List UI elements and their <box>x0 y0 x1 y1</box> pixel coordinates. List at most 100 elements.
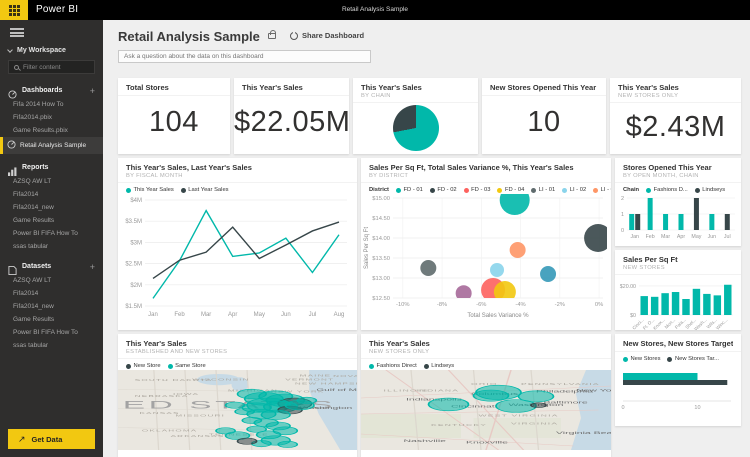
sidebar-item-label: Fifa2014 <box>13 191 38 198</box>
svg-text:Knoxville: Knoxville <box>466 441 508 445</box>
svg-text:10: 10 <box>694 405 700 411</box>
legend-item: This Year Sales <box>126 187 174 193</box>
sidebar-item-fifa2014[interactable]: Fifa2014 <box>0 287 103 300</box>
legend-dot <box>646 188 651 193</box>
tile-map-new-stores[interactable]: This Year's SalesNEW STORES ONLYFashions… <box>361 334 611 457</box>
tile-header: Sales Per Sq FtNEW STORES <box>615 250 741 275</box>
kpi-value: $2.43M <box>610 103 741 151</box>
chart-legend: New Store Same Store <box>118 359 357 370</box>
get-data-button[interactable]: ↗ Get Data <box>8 429 95 449</box>
hamburger-menu-icon[interactable] <box>10 28 24 37</box>
tile-title: New Stores Opened This Year <box>490 83 598 92</box>
tile-sqft-bar[interactable]: Sales Per Sq FtNEW STORES$0$20.00Cinci..… <box>615 250 741 330</box>
legend-item: Fashions Direct <box>369 363 417 369</box>
workspace-selector[interactable]: My Workspace <box>0 45 103 60</box>
tile-sales-new-stores[interactable]: This Year's SalesNEW STORES ONLY$2.43M <box>610 78 741 154</box>
sidebar-item-label: Power BI FIFA How To <box>13 230 78 237</box>
tile-header: This Year's Sales, Last Year's SalesBY F… <box>118 158 357 183</box>
legend-dot <box>464 188 469 193</box>
sidebar-item-azsq-aw-lt[interactable]: AZSQ AW LT <box>0 175 103 188</box>
svg-text:VIRGINIA: VIRGINIA <box>511 422 558 425</box>
svg-text:Baltimore: Baltimore <box>544 401 588 405</box>
legend-item: New Store <box>126 363 161 369</box>
add-icon[interactable]: + <box>90 88 95 94</box>
tile-header: New Stores Opened This Year <box>482 78 606 96</box>
sidebar-item-azsq-aw-lt[interactable]: AZSQ AW LT <box>0 274 103 287</box>
tile-title: Stores Opened This Year <box>623 163 733 172</box>
svg-text:OKLAHOMA: OKLAHOMA <box>142 430 198 433</box>
chart-legend: DistrictFD - 01FD - 02FD - 03FD - 04LI -… <box>361 183 611 194</box>
tile-sales-by-chain-pie[interactable]: This Year's SalesBY CHAIN <box>353 78 478 154</box>
sidebar-item-power-bi-fifa-how-to[interactable]: Power BI FIFA How To <box>0 227 103 240</box>
svg-text:$14.50: $14.50 <box>372 216 390 222</box>
sidebar-section-reports: Reports <box>0 158 103 175</box>
share-dashboard-button[interactable]: Share Dashboard <box>290 31 364 40</box>
tile-map-established-stores[interactable]: This Year's SalesESTABLISHED AND NEW STO… <box>118 334 357 457</box>
tile-this-years-sales[interactable]: This Year's Sales$22.05M <box>234 78 349 154</box>
chart-legend: This Year SalesLast Year Sales <box>118 183 357 194</box>
tile-total-stores[interactable]: Total Stores104 <box>118 78 230 154</box>
svg-text:$13.50: $13.50 <box>372 256 390 262</box>
svg-text:$15.00: $15.00 <box>372 196 390 202</box>
tile-new-stores-opened[interactable]: New Stores Opened This Year10 <box>482 78 606 154</box>
filter-content-input[interactable]: Filter content <box>8 60 95 74</box>
tile-scatter-chart[interactable]: Sales Per Sq Ft, Total Sales Variance %,… <box>361 158 611 330</box>
legend-label: Lindseys <box>431 363 454 369</box>
sidebar-item-fifa2014-pbix[interactable]: Fifa2014.pbix <box>0 111 103 124</box>
svg-text:Jan: Jan <box>148 312 158 318</box>
tile-subtitle: BY CHAIN <box>361 93 470 99</box>
legend-label: LI - 01 <box>539 187 555 193</box>
legend-item: New Stores <box>623 356 660 362</box>
legend-label: New Stores Tar... <box>675 356 719 362</box>
kpi-value: 104 <box>118 96 230 148</box>
sidebar-item-game-results[interactable]: Game Results <box>0 313 103 326</box>
sidebar-item-fifa2014-new[interactable]: Fifa2014_new <box>0 201 103 214</box>
add-icon[interactable]: + <box>90 264 95 270</box>
sidebar-item-fifa-2014-how-to[interactable]: Fifa 2014 How To <box>0 98 103 111</box>
sidebar-item-retail-analysis-sample[interactable]: Retail Analysis Sample <box>0 137 103 154</box>
svg-text:INDIANA: INDIANA <box>416 389 459 392</box>
sidebar-item-game-results[interactable]: Game Results <box>0 214 103 227</box>
legend-label: This Year Sales <box>134 187 174 193</box>
legend-item: New Stores Tar... <box>667 356 719 362</box>
svg-text:Winc...: Winc... <box>715 317 728 330</box>
svg-text:Mar: Mar <box>201 312 211 318</box>
sidebar-item-fifa2014[interactable]: Fifa2014 <box>0 188 103 201</box>
svg-text:-8%: -8% <box>437 302 447 308</box>
tile-line-chart[interactable]: This Year's Sales, Last Year's SalesBY F… <box>118 158 357 330</box>
legend-item: Lindseys <box>695 187 725 193</box>
tile-stores-opened-bar[interactable]: Stores Opened This YearBY OPEN MONTH, CH… <box>615 158 741 246</box>
sidebar-item-fifa2014-new[interactable]: Fifa2014_new <box>0 300 103 313</box>
pie-slice-graphic <box>393 105 439 151</box>
sidebar-item-game-results-pbix[interactable]: Game Results.pbix <box>0 124 103 137</box>
legend-dot <box>396 188 401 193</box>
legend-item: FD - 04 <box>497 187 524 193</box>
tile-header: New Stores, New Stores Target <box>615 334 741 352</box>
tile-header: This Year's SalesESTABLISHED AND NEW STO… <box>118 334 357 359</box>
legend-label: Same Store <box>175 363 206 369</box>
tile-header: Total Stores <box>118 78 230 96</box>
sidebar-item-ssas-tabular[interactable]: ssas tabular <box>0 339 103 352</box>
sidebar-item-ssas-tabular[interactable]: ssas tabular <box>0 240 103 253</box>
sidebar-item-power-bi-fifa-how-to[interactable]: Power BI FIFA How To <box>0 326 103 339</box>
legend-dot <box>667 357 672 362</box>
legend-label: LI - 03 <box>601 187 611 193</box>
svg-text:PENNSYLVANIA: PENNSYLVANIA <box>521 383 600 386</box>
svg-text:NOVA SCOTIA: NOVA SCOTIA <box>333 375 357 378</box>
svg-text:Jun: Jun <box>281 312 291 318</box>
legend-label: Lindseys <box>702 187 725 193</box>
tile-title: This Year's Sales <box>369 339 603 348</box>
tile-subtitle: BY OPEN MONTH, CHAIN <box>623 173 733 179</box>
sidebar-section-dashboards: Dashboards + <box>0 81 103 98</box>
svg-text:Jul: Jul <box>309 312 317 318</box>
legend-label: Fashions Direct <box>377 363 417 369</box>
sidebar-item-label: AZSQ AW LT <box>13 178 51 185</box>
svg-text:NEW HAMPSHIRE: NEW HAMPSHIRE <box>295 383 357 386</box>
legend-dot <box>562 188 567 193</box>
svg-text:Sales Per Sq Ft: Sales Per Sq Ft <box>364 227 370 269</box>
qna-question-input[interactable] <box>118 50 371 63</box>
tile-header: This Year's Sales <box>234 78 349 96</box>
tile-new-stores-target[interactable]: New Stores, New Stores Target New Stores N… <box>615 334 741 426</box>
section-label: Dashboards <box>22 87 85 94</box>
tile-subtitle: BY DISTRICT <box>369 173 603 179</box>
